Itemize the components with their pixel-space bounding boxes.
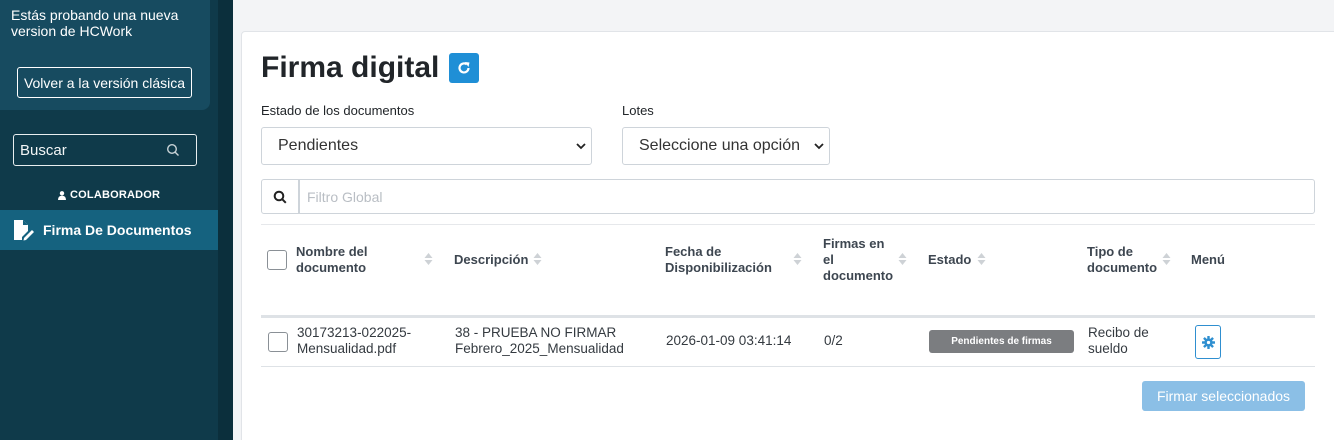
sidebar-search	[13, 134, 197, 166]
sidebar-item-firma-documentos[interactable]: Firma De Documentos	[0, 210, 218, 250]
status-badge: Pendientes de firmas	[929, 330, 1074, 353]
header-firmas-line1: Firmas en	[823, 236, 885, 251]
header-tipo[interactable]: Tipo de documento	[1087, 244, 1157, 276]
select-all-checkbox[interactable]	[267, 250, 287, 270]
cell-tipo: Recibo de sueldo	[1088, 325, 1149, 357]
header-menu: Menú	[1191, 252, 1225, 267]
sort-icon[interactable]	[424, 252, 433, 266]
estado-label: Estado de los documentos	[261, 103, 415, 118]
sort-icon[interactable]	[977, 252, 986, 266]
search-icon[interactable]	[166, 143, 180, 157]
role-label: COLABORADOR	[58, 189, 160, 201]
header-firmas-line3: documento	[823, 268, 894, 283]
filter-search-button[interactable]	[261, 179, 299, 214]
new-version-text: Estás probando una nueva version de HCWo…	[11, 7, 179, 39]
cell-nombre: 30173213-022025- Mensualidad.pdf	[297, 325, 411, 357]
header-fecha-line1: Fecha de	[665, 244, 722, 259]
sidebar-item-label: Firma De Documentos	[43, 222, 192, 238]
table-row-border	[261, 366, 1315, 367]
sort-icon[interactable]	[793, 252, 802, 266]
role-text: COLABORADOR	[70, 189, 161, 201]
table-top-border	[261, 224, 1315, 225]
header-fecha-line2: Disponibilización	[665, 260, 772, 275]
top-bar	[233, 0, 1334, 30]
cell-tipo-line1: Recibo de	[1088, 325, 1149, 340]
global-filter-input[interactable]	[299, 179, 1315, 214]
header-tipo-line2: documento	[1087, 260, 1158, 275]
cell-fecha: 2026-01-09 03:41:14	[666, 333, 792, 348]
cell-nombre-line2: Mensualidad.pdf	[297, 341, 397, 356]
chevron-down-icon	[814, 143, 824, 150]
cell-descripcion-line1: 38 - PRUEBA NO FIRMAR	[455, 325, 617, 340]
header-fecha[interactable]: Fecha de Disponibilización	[665, 244, 772, 276]
lotes-select[interactable]: Seleccione una opción	[622, 127, 830, 165]
global-filter	[261, 179, 1315, 214]
sign-selected-button[interactable]: Firmar seleccionados	[1142, 381, 1305, 411]
document-sign-icon	[14, 220, 34, 241]
header-tipo-line1: Tipo de	[1087, 244, 1133, 259]
sidebar-edge	[218, 0, 233, 440]
cell-descripcion-line2: Febrero_2025_Mensualidad	[455, 341, 624, 356]
header-nombre-line2: documento	[296, 260, 367, 275]
header-nombre-line1: Nombre del	[296, 244, 368, 259]
sort-icon[interactable]	[898, 252, 907, 266]
page-title: Firma digital	[261, 51, 440, 84]
refresh-icon	[458, 62, 470, 74]
table-header-border	[261, 315, 1315, 318]
cell-firmas: 0/2	[824, 333, 843, 348]
sidebar-search-input[interactable]	[20, 141, 160, 159]
gear-icon	[1201, 335, 1215, 349]
header-firmas-line2: el	[823, 252, 834, 267]
sort-icon[interactable]	[533, 252, 542, 266]
cell-descripcion: 38 - PRUEBA NO FIRMAR Febrero_2025_Mensu…	[455, 325, 624, 357]
header-estado[interactable]: Estado	[928, 252, 971, 268]
row-checkbox[interactable]	[268, 332, 288, 352]
lotes-label: Lotes	[622, 103, 654, 118]
classic-version-button[interactable]: Volver a la versión clásica	[17, 67, 192, 98]
header-firmas[interactable]: Firmas en el documento	[823, 236, 893, 284]
chevron-down-icon	[576, 143, 586, 150]
header-descripcion[interactable]: Descripción	[454, 252, 528, 268]
new-version-banner: Estás probando una nueva version de HCWo…	[0, 0, 210, 110]
user-icon	[58, 190, 66, 200]
search-icon	[273, 190, 287, 204]
content-card	[241, 31, 1334, 440]
estado-select[interactable]: Pendientes	[261, 127, 592, 165]
cell-tipo-line2: sueldo	[1088, 341, 1128, 356]
header-nombre[interactable]: Nombre del documento	[296, 244, 368, 276]
estado-select-value: Pendientes	[278, 137, 359, 154]
cell-nombre-line1: 30173213-022025-	[297, 325, 412, 340]
refresh-button[interactable]	[449, 53, 479, 83]
sort-icon[interactable]	[1162, 252, 1171, 266]
row-menu-button[interactable]	[1195, 325, 1221, 359]
lotes-select-value: Seleccione una opción	[639, 137, 801, 154]
